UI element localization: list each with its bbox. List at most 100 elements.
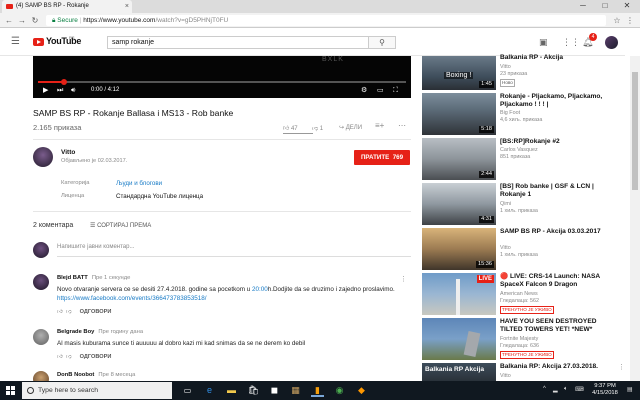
channel-avatar[interactable] xyxy=(33,147,53,167)
browser-menu-icon[interactable]: ⋮ xyxy=(625,15,635,26)
search-button[interactable]: ⚲ xyxy=(369,36,396,49)
dislike-button[interactable]: 👎︎ 1 xyxy=(312,124,323,132)
notification-center-icon[interactable]: ▤ xyxy=(627,386,633,393)
comment-author[interactable]: Blejd BATT Пре 1 секунде xyxy=(57,275,130,281)
thumb-down-icon[interactable]: 👎︎ xyxy=(66,309,72,315)
comment-menu-icon[interactable]: ⋮ xyxy=(400,275,407,283)
related-title[interactable]: Balkania RP - Akcija xyxy=(500,54,610,62)
related-channel: Big Foot xyxy=(500,110,521,116)
comment-avatar[interactable] xyxy=(33,329,49,345)
store-icon[interactable]: 🛍︎ xyxy=(247,384,260,397)
volume-tray-icon[interactable]: 🔈︎ xyxy=(564,386,568,393)
comment-author-name[interactable]: DonB Noobot xyxy=(57,372,94,378)
related-title[interactable]: [BS] Rob banke | GSF & LCN | Rokanje 1 xyxy=(500,183,610,199)
related-title[interactable]: Rokanje - Pljackamo, Pljackamo, Pljackam… xyxy=(500,93,610,109)
comment-author[interactable]: DonB Noobot Пре 8 месеца xyxy=(57,372,135,378)
clock[interactable]: 9:37 PM 4/15/2018 xyxy=(587,383,623,397)
publish-date: Објављено је 02.03.2017. xyxy=(61,158,128,164)
apps-grid-icon[interactable]: ⋮⋮ xyxy=(562,36,580,48)
related-thumbnail[interactable]: LIVE xyxy=(422,273,496,315)
related-title[interactable]: [BS:RP]Rokanje #2 xyxy=(500,138,610,146)
theater-mode-icon[interactable]: ▭ xyxy=(377,86,384,95)
taskbar-search-input[interactable]: Type here to search xyxy=(22,382,172,399)
related-title[interactable]: SAMP BS RP - Akcija 03.03.2017 xyxy=(500,228,610,236)
video-player[interactable] xyxy=(33,56,411,98)
forward-arrow-icon[interactable]: → xyxy=(17,15,27,26)
upload-video-icon[interactable]: ▣ xyxy=(539,36,548,48)
related-thumbnail[interactable]: 4:31 xyxy=(422,183,496,225)
fullscreen-icon[interactable]: ⛶ xyxy=(393,86,398,95)
url-input[interactable]: 🔒︎ Secure | https://www.youtube.com/watc… xyxy=(46,15,606,26)
comment-avatar[interactable] xyxy=(33,274,49,290)
tray-chevron-icon[interactable]: ^ xyxy=(543,386,546,392)
related-views: 1 хиљ. приказа xyxy=(500,252,538,258)
task-view-icon[interactable]: ▭ xyxy=(181,384,194,397)
related-thumbnail[interactable]: 5:18 xyxy=(422,93,496,135)
tab-close-icon[interactable]: × xyxy=(125,0,129,13)
window-maximize-button[interactable]: □ xyxy=(594,0,616,13)
sort-comments-button[interactable]: ☰ СОРТИРАЈ ПРЕМА xyxy=(90,222,151,229)
thumb-down-icon[interactable]: 👎︎ xyxy=(66,354,72,360)
related-thumbnail[interactable]: Boxing ! 1:45 xyxy=(422,56,496,90)
thumb-up-icon[interactable]: 👍︎ xyxy=(57,354,63,360)
language-icon[interactable]: ⌨︎ xyxy=(575,386,584,393)
progress-scrubber-handle[interactable] xyxy=(60,79,67,85)
comment-timestamp-link[interactable]: 20:00 xyxy=(252,286,268,293)
comment-link[interactable]: https://www.facebook.com/events/36647378… xyxy=(57,295,206,302)
next-icon[interactable]: ⏭︎ xyxy=(57,86,63,95)
related-title[interactable]: 🔴 LIVE: CRS-14 Launch: NASA SpaceX Falco… xyxy=(500,273,610,289)
browser-tab[interactable]: (4) SAMP BS RP - Rokanje × xyxy=(2,0,132,13)
app-icon[interactable]: ◆ xyxy=(355,384,368,397)
search-input[interactable]: samp rokanje xyxy=(107,36,369,49)
app-icon-active[interactable]: ▮ xyxy=(311,384,324,397)
comment-count: 2 коментара xyxy=(33,222,74,229)
comment-author[interactable]: Belgrade Boy Пре годину дана xyxy=(57,329,143,335)
chrome-browser-icon[interactable]: ◉ xyxy=(333,384,346,397)
subscribe-button[interactable]: ПРАТИТЕ 769 xyxy=(354,150,410,165)
scrollbar-thumb[interactable] xyxy=(632,72,638,190)
app-icon[interactable]: ◼ xyxy=(268,384,281,397)
search-icon: ⚲ xyxy=(379,38,385,47)
star-icon[interactable]: ☆ xyxy=(612,15,622,26)
related-menu-icon[interactable]: ⋮ xyxy=(618,363,625,371)
progress-bar[interactable] xyxy=(38,81,406,83)
hamburger-menu-icon[interactable]: ☰ xyxy=(11,36,20,48)
related-thumbnail[interactable]: 2:44 xyxy=(422,138,496,180)
add-to-playlist-icon[interactable]: ≡+ xyxy=(375,121,384,130)
app-icon[interactable]: ▦ xyxy=(289,384,302,397)
more-options-icon[interactable]: ⋯ xyxy=(398,121,406,130)
back-arrow-icon[interactable]: ← xyxy=(4,15,14,26)
windows-start-icon[interactable] xyxy=(6,386,15,395)
reply-button[interactable]: ОДГОВОРИ xyxy=(80,309,112,315)
like-button[interactable]: 👍︎ 47 xyxy=(283,124,298,132)
youtube-logo-text[interactable]: YouTube xyxy=(46,36,81,46)
related-thumbnail[interactable]: Balkania RP Akcija xyxy=(422,363,496,381)
account-avatar[interactable] xyxy=(605,36,618,49)
play-icon[interactable]: ▶ xyxy=(43,86,48,95)
youtube-logo-icon[interactable] xyxy=(33,38,44,46)
related-title[interactable]: Balkania RP: Akcija 27.03.2018. xyxy=(500,363,610,371)
volume-icon[interactable]: 🔊︎ xyxy=(71,86,75,95)
reload-icon[interactable]: ↻ xyxy=(30,15,40,26)
windows-taskbar: Type here to search ▭ e ▬ 🛍︎ ◼ ▦ ▮ ◉ ◆ ^… xyxy=(0,381,640,400)
settings-gear-icon[interactable]: ⚙︎ xyxy=(361,86,367,95)
share-button[interactable]: ↪ ДЕЛИ xyxy=(339,124,362,131)
add-comment-input[interactable]: Напишите јавни коментар... xyxy=(57,244,134,250)
related-title[interactable]: HAVE YOU SEEN DESTROYED TILTED TOWERS YE… xyxy=(500,318,610,334)
edge-browser-icon[interactable]: e xyxy=(203,384,216,397)
category-link[interactable]: Људи и блогови xyxy=(116,180,162,187)
related-thumbnail[interactable]: 15:36 xyxy=(422,228,496,270)
related-channel: Carlos Vasquez xyxy=(500,147,538,153)
related-channel: Vitto xyxy=(500,64,511,70)
file-explorer-icon[interactable]: ▬ xyxy=(225,384,238,397)
thumb-up-icon[interactable]: 👍︎ xyxy=(57,309,63,315)
comment-author-name[interactable]: Belgrade Boy xyxy=(57,329,94,335)
window-close-button[interactable]: ✕ xyxy=(616,0,638,13)
comment-author-name[interactable]: Blejd BATT xyxy=(57,275,88,281)
window-minimize-button[interactable]: ─ xyxy=(572,0,594,13)
channel-name[interactable]: Vitto xyxy=(61,149,75,156)
reply-button[interactable]: ОДГОВОРИ xyxy=(80,354,112,360)
network-icon[interactable]: ▂ xyxy=(553,386,558,393)
related-thumbnail[interactable] xyxy=(422,318,496,360)
related-channel: Fortnite Majesty xyxy=(500,336,539,342)
